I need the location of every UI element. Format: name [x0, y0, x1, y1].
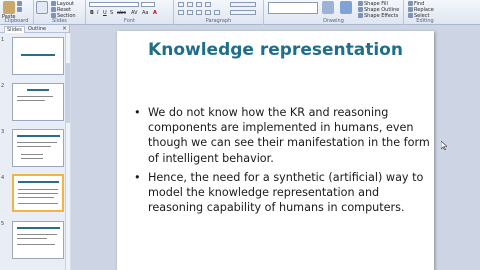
- new-slide-icon[interactable]: [36, 1, 48, 14]
- paint-bucket-icon: [358, 1, 363, 6]
- shadow-button[interactable]: S: [110, 10, 113, 16]
- slide-number: 2: [1, 83, 5, 89]
- italic-button[interactable]: I: [97, 10, 98, 16]
- thumbnail-title: [17, 135, 60, 137]
- thumbnail-line: [18, 197, 54, 198]
- paste-icon[interactable]: [3, 1, 15, 14]
- font-name-box[interactable]: [89, 2, 139, 7]
- thumbnail-line: [17, 234, 57, 235]
- paragraph-label: Paragraph: [205, 18, 232, 24]
- thumbnail-line: [17, 146, 51, 147]
- underline-button[interactable]: U: [103, 10, 107, 16]
- slides-group: Layout Reset Section Slides: [34, 0, 86, 25]
- slide-thumbnail[interactable]: [12, 83, 64, 121]
- thumbnail-line: [17, 100, 45, 101]
- bold-button[interactable]: B: [90, 10, 94, 16]
- thumbnail-line: [21, 158, 43, 159]
- shapes-gallery[interactable]: [268, 2, 318, 14]
- slide-number: 1: [1, 37, 5, 43]
- bullet-icon: •: [134, 170, 141, 184]
- decrease-indent-button[interactable]: [196, 2, 202, 7]
- text-direction-button[interactable]: [230, 2, 256, 7]
- spacing-button[interactable]: AV: [131, 10, 138, 16]
- drawing-label: Drawing: [323, 18, 344, 24]
- copy-button[interactable]: [17, 7, 23, 13]
- arrange-icon[interactable]: [322, 1, 334, 14]
- thumbnail-line: [18, 203, 58, 204]
- smartart-button[interactable]: [230, 10, 256, 15]
- panel-scrollbar[interactable]: [65, 33, 70, 270]
- mouse-cursor-icon: [441, 141, 447, 150]
- scissors-icon: [17, 1, 22, 6]
- paragraph-group: Paragraph: [174, 0, 264, 25]
- thumbnail-title: [27, 89, 49, 91]
- tab-slides[interactable]: Slides: [4, 26, 25, 33]
- tab-outline[interactable]: Outline: [28, 26, 46, 32]
- bullets-button[interactable]: [178, 2, 184, 7]
- font-label: Font: [124, 18, 135, 24]
- slides-label: Slides: [52, 18, 67, 24]
- replace-icon: [408, 7, 413, 12]
- bullet-item: • Hence, the need for a synthetic (artif…: [134, 170, 430, 216]
- layout-icon: [51, 1, 56, 6]
- numbering-button[interactable]: [187, 2, 193, 7]
- slide-thumbnail-selected[interactable]: [12, 174, 64, 212]
- binoculars-icon: [408, 1, 413, 6]
- clipboard-group: Paste Clipboard: [0, 0, 34, 25]
- slide-number: 3: [1, 129, 5, 135]
- slides-panel: Slides Outline × 1 2 3 4 5: [0, 25, 70, 270]
- scrollbar-thumb[interactable]: [66, 63, 70, 123]
- ribbon: Paste Clipboard Layout Reset Section Sli…: [0, 0, 480, 25]
- bullet-icon: •: [134, 106, 141, 119]
- font-size-box[interactable]: [141, 2, 155, 7]
- thumbnail-title: [17, 227, 60, 229]
- thumbnail-line: [17, 96, 53, 97]
- slide-canvas[interactable]: Knowledge representation • We do not kno…: [117, 31, 434, 270]
- slide-number: 5: [1, 221, 5, 227]
- columns-button[interactable]: [214, 10, 220, 15]
- align-right-button[interactable]: [196, 10, 202, 15]
- bullet-text: Hence, the need for a synthetic (artific…: [148, 170, 424, 215]
- slide-thumbnail[interactable]: [12, 37, 64, 75]
- close-icon[interactable]: ×: [62, 25, 67, 32]
- font-group: B I U S abc AV Aa A Font: [86, 0, 174, 25]
- slide-body[interactable]: • We do not know how the KR and reasonin…: [134, 105, 430, 219]
- editing-label: Editing: [416, 18, 434, 24]
- slide-number: 4: [1, 175, 5, 181]
- align-left-button[interactable]: [178, 10, 184, 15]
- thumbnail-title: [21, 54, 55, 56]
- copy-icon: [17, 7, 22, 12]
- thumbnail-line: [21, 154, 43, 155]
- quick-styles-icon[interactable]: [340, 1, 352, 14]
- slide-thumbnail[interactable]: [12, 129, 64, 167]
- thumbnail-line: [18, 189, 58, 190]
- thumbnail-line: [18, 193, 58, 194]
- slide-title[interactable]: Knowledge representation: [117, 40, 434, 60]
- font-color-button[interactable]: A: [153, 10, 157, 16]
- slide-thumbnail[interactable]: [12, 221, 64, 259]
- change-case-button[interactable]: Aa: [142, 10, 148, 16]
- thumbnail-title: [18, 181, 59, 183]
- reset-icon: [51, 7, 56, 12]
- clipboard-label: Clipboard: [4, 18, 29, 24]
- pencil-icon: [358, 7, 363, 12]
- increase-indent-button[interactable]: [205, 2, 211, 7]
- thumbnail-line: [17, 142, 57, 143]
- justify-button[interactable]: [205, 10, 211, 15]
- editing-group: Find Replace Select Editing: [404, 0, 446, 25]
- panel-tabs: Slides Outline ×: [0, 25, 69, 33]
- align-center-button[interactable]: [187, 10, 193, 15]
- bullet-item: • We do not know how the KR and reasonin…: [134, 105, 430, 166]
- thumbnail-line: [17, 238, 47, 239]
- bullet-text: We do not know how the KR and reasoning …: [148, 106, 430, 165]
- strikethrough-button[interactable]: abc: [117, 10, 126, 16]
- drawing-group: Shape Fill Shape Outline Shape Effects D…: [264, 0, 404, 25]
- thumbnail-line: [17, 244, 55, 245]
